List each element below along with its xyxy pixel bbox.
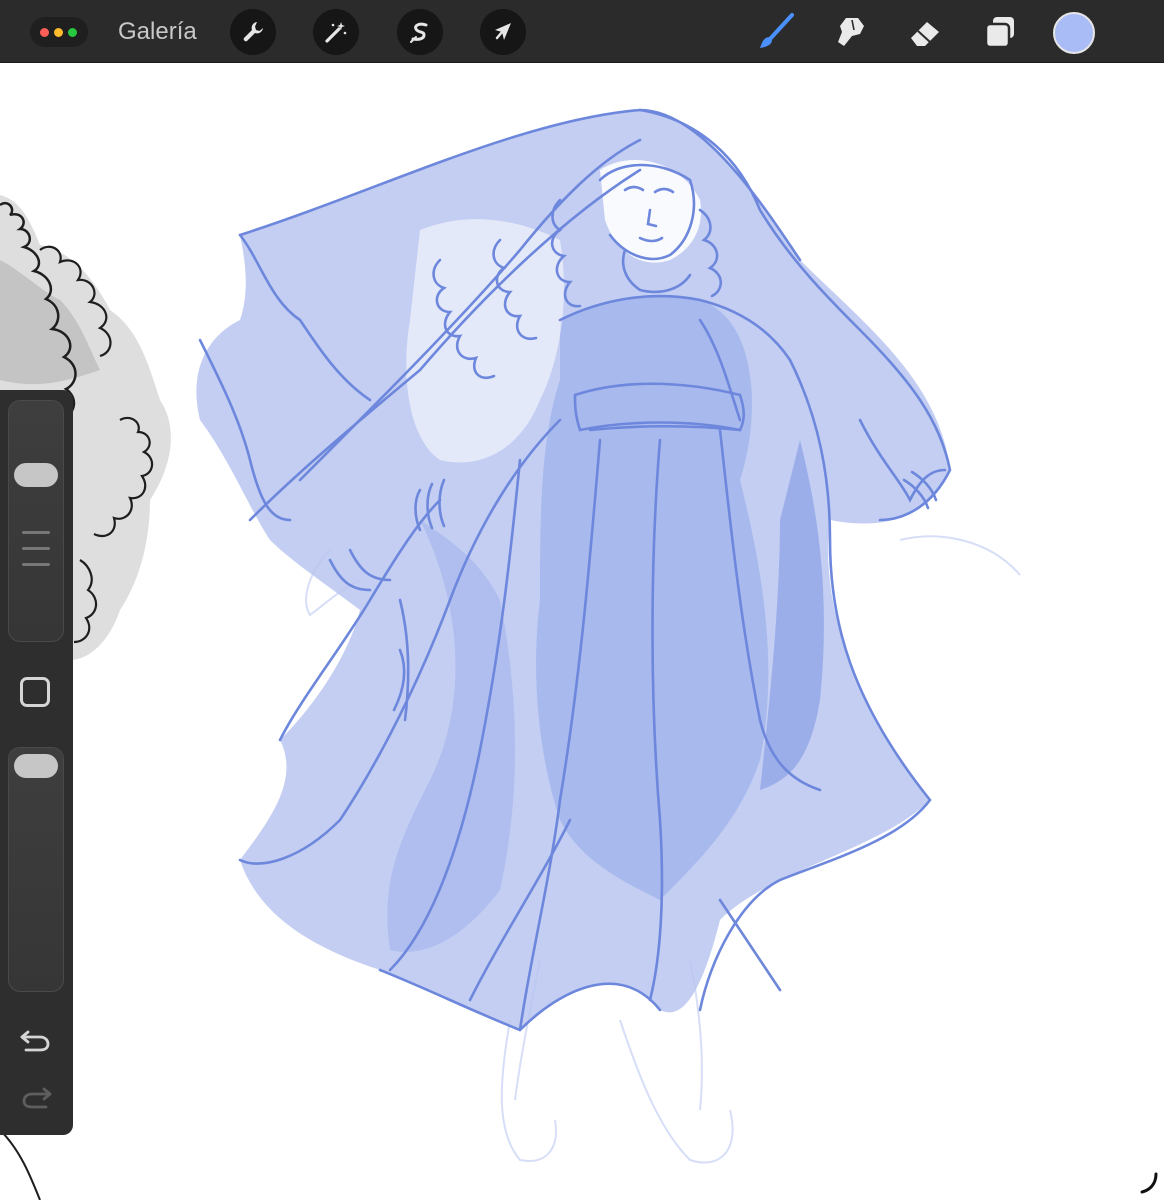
brush-button[interactable]	[753, 9, 799, 55]
gallery-button[interactable]: Galería	[118, 18, 197, 46]
color-picker-button[interactable]	[1053, 12, 1095, 54]
redo-arrow-icon[interactable]	[18, 1083, 54, 1113]
yellow-dot-icon	[54, 28, 63, 37]
layers-icon	[984, 17, 1014, 49]
left-sidebar	[0, 390, 73, 1135]
actions-button[interactable]	[230, 9, 276, 55]
opacity-thumb[interactable]	[14, 754, 58, 778]
square-modify-icon[interactable]	[20, 677, 50, 707]
drawing-canvas[interactable]	[0, 63, 1164, 1200]
red-dot-icon	[40, 28, 49, 37]
brush-icon	[760, 13, 794, 48]
canvas-corner-handle-icon	[1140, 1172, 1158, 1194]
magic-wand-icon	[325, 22, 347, 43]
wrench-icon	[243, 22, 263, 42]
slider-tick	[22, 563, 50, 566]
adjustments-button[interactable]	[313, 9, 359, 55]
smudge-finger-icon	[838, 18, 864, 46]
window-controls-button[interactable]	[30, 17, 88, 47]
layers-button[interactable]	[977, 9, 1023, 55]
green-dot-icon	[68, 28, 77, 37]
brush-size-slider[interactable]	[8, 400, 64, 642]
top-toolbar: Galería	[0, 0, 1164, 63]
transform-button[interactable]	[480, 9, 526, 55]
selection-button[interactable]	[397, 9, 443, 55]
slider-tick	[22, 547, 50, 550]
opacity-slider[interactable]	[8, 747, 64, 992]
selection-s-icon	[410, 22, 428, 43]
veil-fill	[196, 110, 951, 1030]
undo-arrow-icon[interactable]	[18, 1026, 54, 1056]
brush-size-thumb[interactable]	[14, 463, 58, 487]
smudge-button[interactable]	[827, 9, 873, 55]
sketch-artwork	[0, 108, 1021, 1200]
slider-tick	[22, 531, 50, 534]
eraser-icon	[911, 22, 939, 46]
arrow-cursor-icon	[495, 23, 511, 40]
eraser-button[interactable]	[902, 9, 948, 55]
